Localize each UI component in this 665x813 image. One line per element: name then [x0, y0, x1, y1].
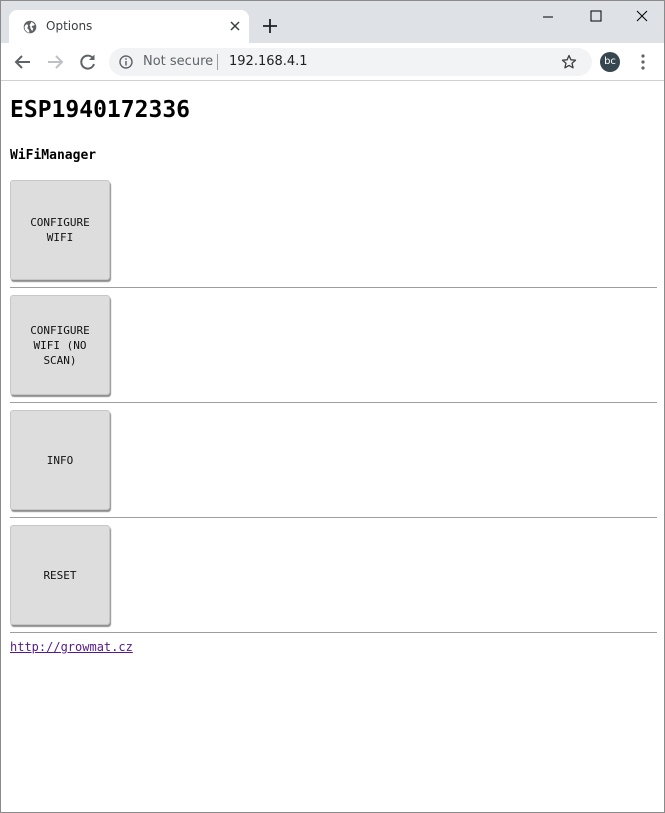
- info-button[interactable]: INFO: [10, 410, 110, 510]
- arrow-right-icon[interactable]: [45, 52, 65, 72]
- browser-toolbar: Not secure 192.168.4.1 bc: [1, 43, 664, 81]
- window-close-icon[interactable]: [619, 5, 665, 29]
- divider: [10, 287, 657, 288]
- tab-strip: Options: [1, 1, 664, 43]
- configure-wifi-button[interactable]: CONFIGURE WIFI: [10, 180, 110, 280]
- browser-window: Options Not secure 192.168.4.1 bc ESP194…: [0, 0, 665, 813]
- globe-icon: [23, 20, 37, 34]
- browser-tab[interactable]: Options: [9, 10, 249, 43]
- reset-button[interactable]: RESET: [10, 525, 110, 625]
- arrow-left-icon[interactable]: [13, 52, 33, 72]
- page-content: ESP1940172336 WiFiManager CONFIGURE WIFI…: [1, 82, 664, 812]
- kebab-menu-icon[interactable]: [635, 53, 651, 71]
- close-icon[interactable]: [227, 18, 243, 34]
- plus-icon[interactable]: [262, 18, 278, 34]
- configure-wifi-no-scan-button[interactable]: CONFIGURE WIFI (NO SCAN): [10, 295, 110, 395]
- security-label[interactable]: Not secure: [143, 54, 213, 69]
- footer-link[interactable]: http://growmat.cz: [10, 640, 133, 654]
- page-subtitle: WiFiManager: [10, 148, 97, 163]
- maximize-icon[interactable]: [573, 5, 619, 29]
- info-icon[interactable]: [119, 55, 133, 69]
- profile-avatar[interactable]: bc: [600, 52, 620, 72]
- page-title: ESP1940172336: [10, 97, 191, 123]
- minimize-icon[interactable]: [525, 5, 571, 29]
- divider: [10, 402, 657, 403]
- url-text[interactable]: 192.168.4.1: [229, 54, 308, 69]
- omnibox-separator: [217, 54, 218, 70]
- star-icon[interactable]: [561, 54, 577, 70]
- divider: [10, 517, 657, 518]
- tab-title: Options: [46, 19, 93, 33]
- divider: [10, 632, 657, 633]
- reload-icon[interactable]: [78, 52, 98, 72]
- address-bar[interactable]: Not secure 192.168.4.1: [109, 48, 592, 76]
